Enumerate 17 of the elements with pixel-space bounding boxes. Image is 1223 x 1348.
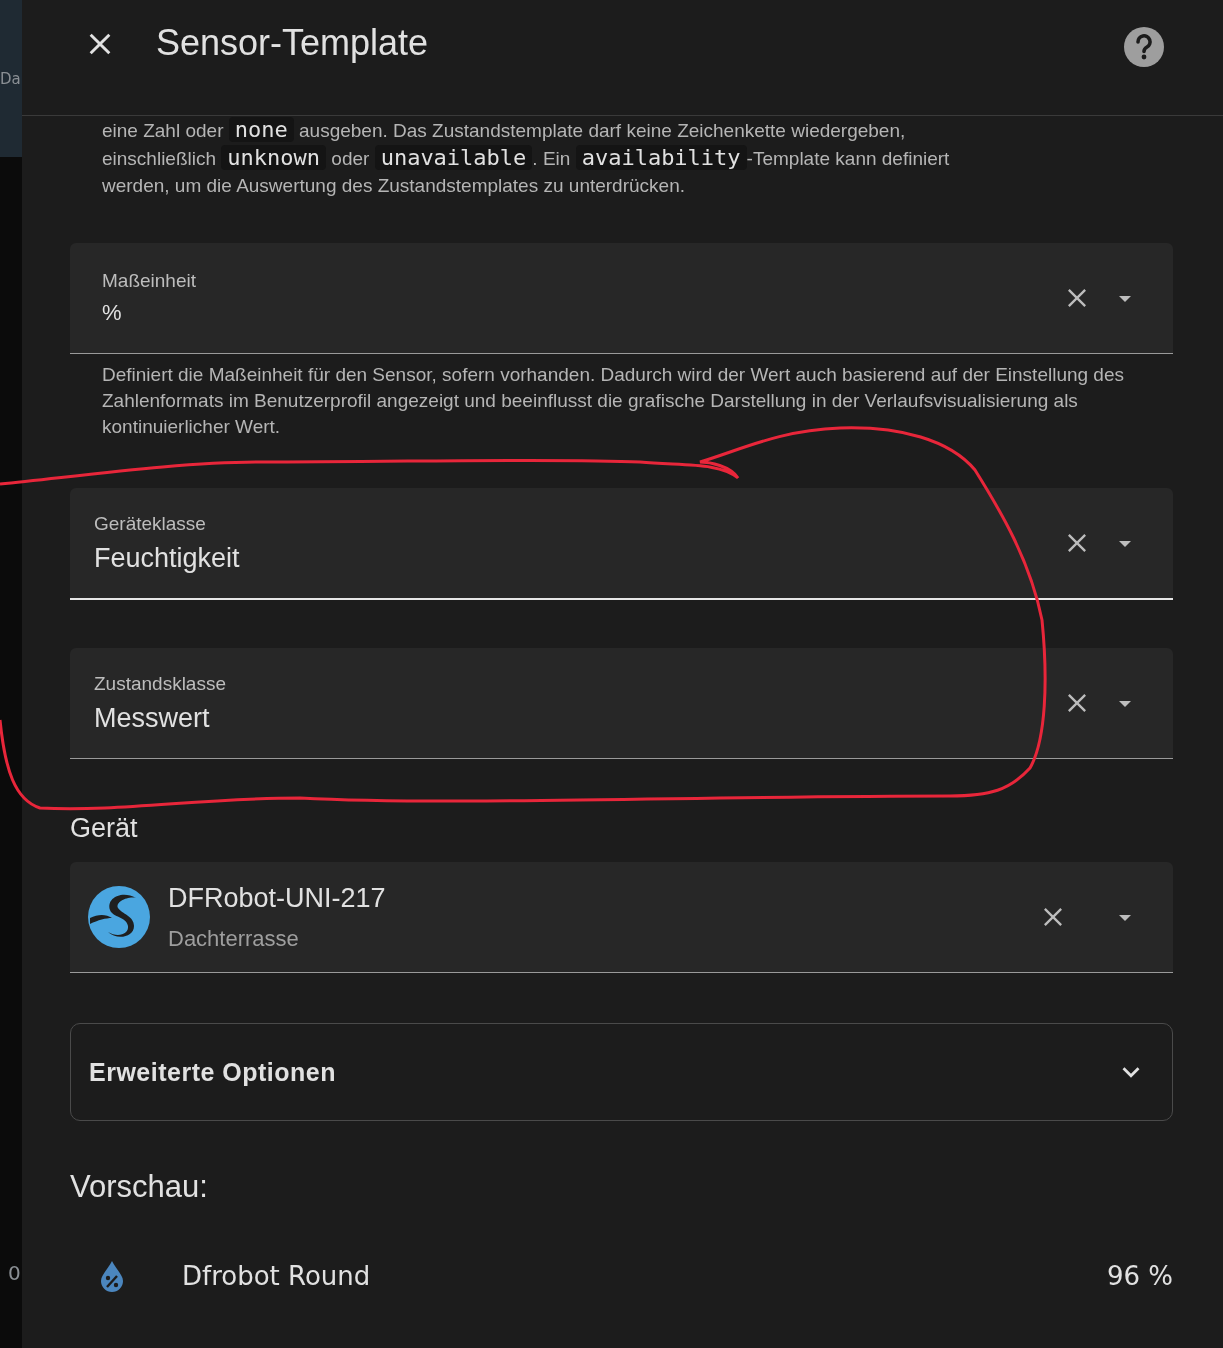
humidity-icon xyxy=(98,1259,126,1293)
section-heading: Gerät xyxy=(70,813,139,844)
device-picker[interactable]: DFRobot-UNI-217 Dachterrasse xyxy=(70,862,1173,973)
description-text: eine Zahl oder none ausgeben. Das Zustandstemplate darf keine Zeichenkette wiedergeben, einschließlich unknown oder unavailable . Ein availability -Template kann definiert werden, um die Auswertung des Zustandstemplates zu unterdrücken. xyxy=(101,116,951,198)
select-field[interactable]: Zustandsklasse Messwert xyxy=(70,648,1173,759)
select-field[interactable]: Maßeinheit % xyxy=(70,243,1173,354)
help-icon xyxy=(1123,26,1165,68)
select-field[interactable]: Geräteklasse Feuchtigkeit xyxy=(70,488,1173,600)
dialog-title: Sensor-Template xyxy=(156,22,430,64)
entity-name: Dfrobot Round xyxy=(182,1261,372,1291)
logo-icon xyxy=(86,884,152,950)
expansion-panel[interactable]: Erweiterte Optionen xyxy=(70,1023,1173,1121)
section-heading: Vorschau: xyxy=(70,1169,209,1205)
background-text: 0 xyxy=(8,1261,21,1285)
background-text: Da xyxy=(0,69,21,88)
helper-text: Definiert die Maßeinheit für den Sensor, sofern vorhanden. Dadurch wird der Wert auch basierend auf der Einstellung des Zahlenformats im Benutzerprofil angezeigt und beeinflusst die grafische Darstellung in der Verlaufsvisualisierung als kontinuierlicher Wert. xyxy=(101,363,1125,439)
entity-state: 96 % xyxy=(1106,1261,1173,1291)
